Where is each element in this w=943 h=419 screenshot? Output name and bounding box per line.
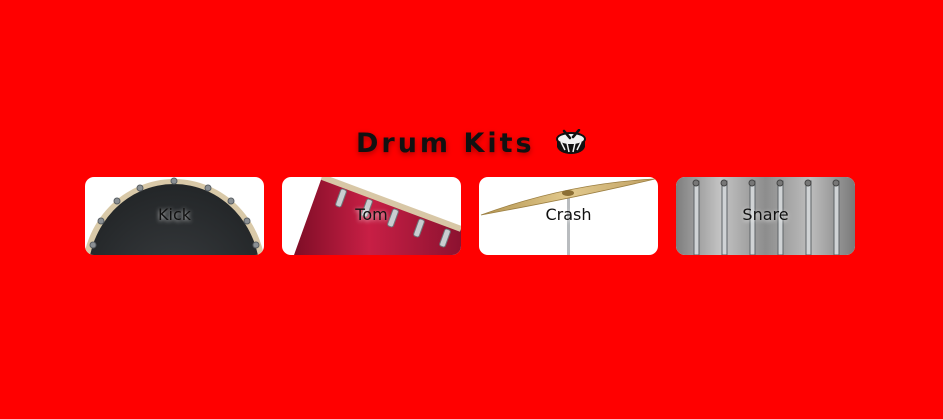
page-title-text: Drum Kits [355,128,535,159]
crash-pad-label: Crash [545,205,592,224]
tom-pad-label: Tom [355,205,388,224]
snare-pad-label: Snare [742,205,789,224]
kick-pad[interactable]: Kick [85,177,264,255]
snare-pad[interactable]: Snare [676,177,855,255]
drum-pad-row: Kick Tom Crash Snare [85,177,855,255]
page-title: Drum Kits [0,128,943,162]
drum-icon [555,128,587,162]
tom-pad[interactable]: Tom [282,177,461,255]
kick-pad-label: Kick [158,205,191,224]
crash-pad[interactable]: Crash [479,177,658,255]
drum-kit-page: Drum Kits Kick Tom Crash Snare [0,0,943,419]
